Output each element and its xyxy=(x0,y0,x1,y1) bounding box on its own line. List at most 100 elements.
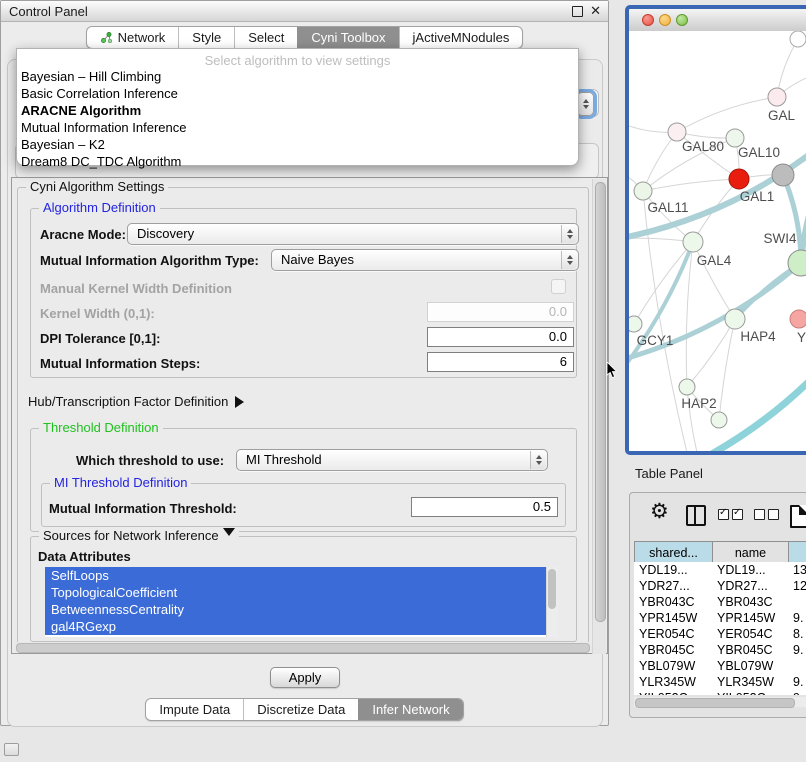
hub-definition-expander[interactable]: Hub/Transcription Factor Definition xyxy=(28,394,250,409)
select-all-icon[interactable] xyxy=(732,509,743,520)
control-panel-tabbar: Network Style Select Cyni Toolbox jActiv… xyxy=(1,26,608,49)
window-zoom-icon[interactable] xyxy=(676,14,688,26)
vertical-scrollbar[interactable] xyxy=(592,179,606,654)
tab-style[interactable]: Style xyxy=(178,27,234,48)
dpi-tolerance-field[interactable]: 0.0 xyxy=(427,327,574,347)
aracne-mode-label: Aracne Mode: xyxy=(40,227,126,243)
file-icon[interactable] xyxy=(790,505,806,528)
kernel-width-field[interactable]: 0.0 xyxy=(427,302,574,322)
node-table-rows[interactable]: YDL19...YDL19...13YDR27...YDR27...12YBR0… xyxy=(634,562,806,695)
table-row[interactable]: YBR043CYBR043C xyxy=(634,594,806,610)
collapsed-panel-button[interactable] xyxy=(4,743,19,756)
mi-threshold-label: Mutual Information Threshold: xyxy=(49,501,237,517)
deselect-all-icon[interactable] xyxy=(768,509,779,520)
cyni-settings-group-title: Cyni Algorithm Settings xyxy=(26,179,168,194)
attribute-item[interactable]: BetweennessCentrality xyxy=(45,601,558,618)
select-all-icon[interactable] xyxy=(718,509,729,520)
mi-steps-field[interactable]: 6 xyxy=(427,352,574,372)
network-node-gal1[interactable] xyxy=(729,169,749,189)
algorithm-option[interactable]: Bayesian – K2 xyxy=(17,136,578,153)
network-node-gal11[interactable] xyxy=(634,182,652,200)
node-label: HAP2 xyxy=(681,396,716,411)
deselect-all-icon[interactable] xyxy=(754,509,765,520)
mouse-cursor xyxy=(606,362,618,380)
mi-type-combo[interactable]: Naive Bayes xyxy=(271,249,579,271)
aracne-mode-combo[interactable]: Discovery xyxy=(127,223,579,245)
mi-threshold-field[interactable]: 0.5 xyxy=(411,497,558,517)
network-edge[interactable] xyxy=(677,97,777,132)
spinner-icon xyxy=(577,92,594,116)
horizontal-scrollbar-thumb[interactable] xyxy=(16,643,590,653)
network-node-gal4[interactable] xyxy=(683,232,703,252)
settings-scrollpane: Cyni Algorithm Settings Algorithm Defini… xyxy=(11,177,608,654)
table-row[interactable]: YLR345WYLR345W9. xyxy=(634,674,806,690)
tab-discretize-data[interactable]: Discretize Data xyxy=(243,699,358,720)
network-node-gal[interactable] xyxy=(768,88,786,106)
dpi-tolerance-label: DPI Tolerance [0,1]: xyxy=(40,331,160,347)
attribute-item[interactable]: SelfLoops xyxy=(45,567,558,584)
network-node-hap4[interactable] xyxy=(725,309,745,329)
table-toolbar: ⚙ xyxy=(630,501,806,533)
table-row[interactable]: YIL052CYIL052C9. xyxy=(634,690,806,695)
network-node-hap2[interactable] xyxy=(679,379,695,395)
algorithm-option[interactable]: Mutual Information Inference xyxy=(17,119,578,136)
float-icon[interactable] xyxy=(572,6,583,17)
tab-infer-network[interactable]: Infer Network xyxy=(358,699,462,720)
table-row[interactable]: YDR27...YDR27...12 xyxy=(634,578,806,594)
mi-threshold-group: MI Threshold Definition Mutual Informati… xyxy=(41,483,566,527)
gear-icon[interactable]: ⚙ xyxy=(650,499,669,525)
columns-icon[interactable] xyxy=(686,505,706,526)
algorithm-option[interactable]: Basic Correlation Inference xyxy=(17,85,578,102)
algorithm-dropdown: Select algorithm to view settings Bayesi… xyxy=(16,48,579,166)
network-node[interactable] xyxy=(711,412,727,428)
threshold-definition-title: Threshold Definition xyxy=(39,420,163,435)
expander-arrow-icon xyxy=(235,396,250,408)
control-panel: Control Panel ✕ Network Style Select Cyn… xyxy=(0,0,609,726)
close-icon[interactable]: ✕ xyxy=(590,3,601,19)
apply-button[interactable]: Apply xyxy=(270,667,340,688)
algorithm-option[interactable]: Dream8 DC_TDC Algorithm xyxy=(17,153,578,170)
table-scrollbar-thumb[interactable] xyxy=(635,698,795,708)
attributes-scrollbar[interactable] xyxy=(546,567,558,637)
table-horizontal-scrollbar[interactable] xyxy=(634,697,806,707)
combo-arrows-icon xyxy=(530,451,546,469)
network-node-y[interactable] xyxy=(790,310,806,328)
window-minimize-icon[interactable] xyxy=(659,14,671,26)
tab-cyni-toolbox[interactable]: Cyni Toolbox xyxy=(297,27,398,48)
mi-steps-label: Mutual Information Steps: xyxy=(40,356,200,372)
network-edge[interactable] xyxy=(719,319,735,420)
app-root: { "control_panel": { "title": "Control P… xyxy=(0,0,806,762)
attribute-item[interactable]: gal4RGexp xyxy=(45,618,558,635)
table-row[interactable]: YBR045CYBR045C9. xyxy=(634,642,806,658)
network-edge[interactable] xyxy=(634,242,693,324)
tab-jactivemnodules[interactable]: jActiveMNodules xyxy=(399,27,523,48)
network-node[interactable] xyxy=(772,164,794,186)
attribute-item[interactable]: TopologicalCoefficient xyxy=(45,584,558,601)
window-close-icon[interactable] xyxy=(642,14,654,26)
network-node[interactable] xyxy=(790,31,806,47)
data-attributes-list[interactable]: SelfLoopsTopologicalCoefficientBetweenne… xyxy=(45,567,558,637)
which-threshold-combo[interactable]: MI Threshold xyxy=(236,449,548,471)
table-row[interactable]: YDL19...YDL19...13 xyxy=(634,562,806,578)
network-node-gcy1[interactable] xyxy=(629,316,642,332)
table-row[interactable]: YPR145WYPR145W9. xyxy=(634,610,806,626)
table-row[interactable]: YBL079WYBL079W xyxy=(634,658,806,674)
table-row[interactable]: YER054CYER054C8. xyxy=(634,626,806,642)
algorithm-option[interactable]: ARACNE Algorithm xyxy=(17,102,578,119)
tab-impute-data[interactable]: Impute Data xyxy=(146,699,243,720)
algorithm-definition-title: Algorithm Definition xyxy=(39,200,160,215)
network-edge[interactable] xyxy=(643,132,677,191)
network-canvas[interactable]: GALGAL80GAL10GAL1GAL11SWI4GAL4GCY1HAP4YH… xyxy=(629,31,806,451)
network-edge[interactable] xyxy=(643,179,739,191)
collapse-arrow-icon[interactable] xyxy=(223,528,235,542)
network-window-titlebar[interactable] xyxy=(629,9,806,32)
algorithm-option[interactable]: Bayesian – Hill Climbing xyxy=(17,68,578,85)
tab-select[interactable]: Select xyxy=(234,27,297,48)
algorithm-definition-group: Algorithm Definition Aracne Mode: Discov… xyxy=(30,208,577,378)
which-threshold-label: Which threshold to use: xyxy=(76,453,224,469)
manual-kernel-checkbox[interactable] xyxy=(551,279,566,294)
horizontal-scrollbar[interactable] xyxy=(14,642,595,652)
tab-network[interactable]: Network xyxy=(87,27,179,48)
vertical-scrollbar-thumb[interactable] xyxy=(595,182,606,622)
network-edge[interactable] xyxy=(686,242,693,387)
